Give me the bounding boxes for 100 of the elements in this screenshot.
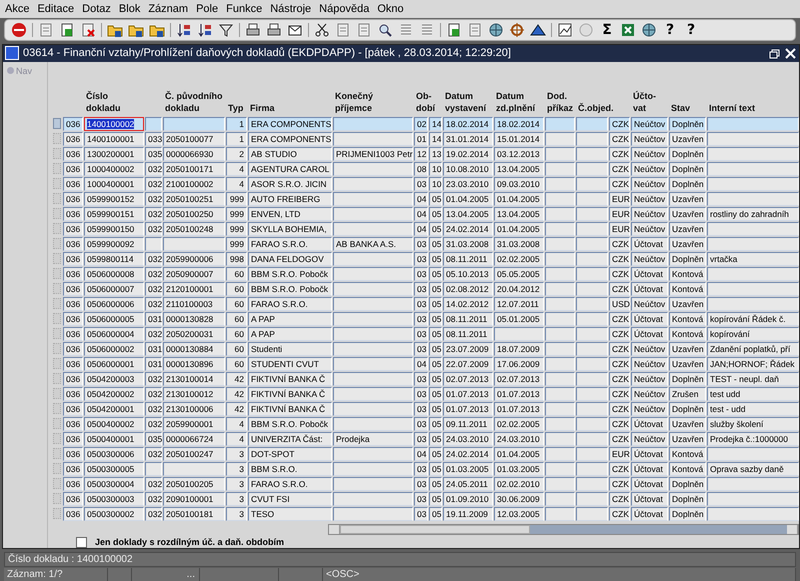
table-cell[interactable]: 0599900150 bbox=[84, 222, 144, 236]
table-cell[interactable]: 035 bbox=[145, 432, 162, 446]
table-cell[interactable]: Účtovat bbox=[631, 462, 668, 476]
horizontal-scrollbar[interactable] bbox=[328, 524, 799, 535]
table-cell[interactable]: 032 bbox=[145, 386, 162, 401]
table-cell[interactable]: 60 bbox=[226, 326, 247, 341]
table-cell[interactable]: 036 bbox=[63, 416, 83, 431]
table-cell[interactable] bbox=[576, 146, 608, 161]
table-cell[interactable]: 0506000007 bbox=[84, 282, 144, 296]
table-cell[interactable] bbox=[576, 176, 608, 191]
table-cell[interactable]: 05 bbox=[429, 266, 442, 281]
table-cell[interactable]: 04 bbox=[414, 222, 428, 236]
table-cell[interactable] bbox=[333, 326, 413, 341]
table-cell[interactable]: CZK bbox=[609, 236, 630, 251]
table-cell[interactable]: Neúčtov bbox=[631, 176, 668, 191]
table-cell[interactable]: 031 bbox=[145, 356, 162, 371]
table-cell[interactable] bbox=[163, 236, 225, 251]
table-cell[interactable]: Zrušen bbox=[669, 386, 706, 401]
table-cell[interactable]: Prodejka bbox=[333, 432, 413, 446]
table-cell[interactable]: 05 bbox=[429, 192, 442, 206]
table-cell[interactable]: 05 bbox=[429, 236, 442, 251]
table-cell[interactable]: Účtovat bbox=[631, 312, 668, 326]
table-cell[interactable]: Účtovat bbox=[631, 506, 668, 521]
table-cell[interactable] bbox=[707, 296, 799, 311]
table-cell[interactable]: 3 bbox=[226, 476, 247, 491]
table-cell[interactable]: 2050200031 bbox=[163, 326, 225, 341]
table-cell[interactable] bbox=[707, 162, 799, 176]
table-cell[interactable]: FARAO S.R.O. bbox=[248, 296, 332, 311]
table-cell[interactable]: 032 bbox=[145, 266, 162, 281]
scissors-icon[interactable] bbox=[314, 22, 330, 38]
table-cell[interactable]: 0500400001 bbox=[84, 432, 144, 446]
table-cell[interactable] bbox=[707, 492, 799, 506]
table-cell[interactable]: 01.07.2013 bbox=[443, 402, 493, 416]
table-cell[interactable]: 04 bbox=[414, 446, 428, 461]
table-cell[interactable] bbox=[545, 176, 575, 191]
table-cell[interactable]: 2 bbox=[226, 146, 247, 161]
table-cell[interactable]: test udd bbox=[707, 386, 799, 401]
table-cell[interactable]: 01.04.2005 bbox=[443, 192, 493, 206]
table-cell[interactable]: 036 bbox=[63, 342, 83, 356]
table-cell[interactable]: Uzavřen bbox=[669, 416, 706, 431]
restore-icon[interactable] bbox=[769, 48, 780, 59]
table-cell[interactable]: CZK bbox=[609, 146, 630, 161]
table-cell[interactable]: 0000066930 bbox=[163, 146, 225, 161]
record-indicator[interactable] bbox=[53, 118, 61, 129]
table-cell[interactable]: 60 bbox=[226, 282, 247, 296]
table-cell[interactable]: 2130100014 bbox=[163, 372, 225, 386]
printer-icon[interactable] bbox=[245, 22, 261, 38]
table-cell[interactable]: 0506000008 bbox=[84, 266, 144, 281]
table-cell[interactable]: 08.11.2011 bbox=[443, 326, 493, 341]
table-cell[interactable]: USD bbox=[609, 296, 630, 311]
globe-icon[interactable] bbox=[641, 22, 657, 38]
menu-item[interactable]: Dotaz bbox=[79, 2, 116, 15]
table-cell[interactable]: 3 bbox=[226, 492, 247, 506]
table-cell[interactable]: 03 bbox=[414, 432, 428, 446]
table-cell[interactable] bbox=[163, 462, 225, 476]
table-cell[interactable]: Doplněn bbox=[669, 492, 706, 506]
table-cell[interactable]: Kontová bbox=[669, 326, 706, 341]
table-cell[interactable]: 031 bbox=[145, 312, 162, 326]
sort-icon[interactable] bbox=[197, 22, 213, 38]
document-icon[interactable] bbox=[59, 22, 75, 38]
table-cell[interactable]: 18.02.2014 bbox=[494, 116, 544, 131]
table-cell[interactable]: 17.06.2009 bbox=[494, 356, 544, 371]
table-cell[interactable]: 04 bbox=[414, 356, 428, 371]
table-cell[interactable] bbox=[707, 266, 799, 281]
table-cell[interactable] bbox=[545, 146, 575, 161]
table-cell[interactable]: 036 bbox=[63, 252, 83, 266]
table-cell[interactable]: Doplněn bbox=[669, 372, 706, 386]
table-cell[interactable]: 05 bbox=[429, 282, 442, 296]
table-cell[interactable]: 14.02.2012 bbox=[443, 296, 493, 311]
table-cell[interactable] bbox=[333, 492, 413, 506]
table-cell[interactable]: 05 bbox=[429, 372, 442, 386]
table-cell[interactable] bbox=[545, 326, 575, 341]
table-cell[interactable]: 036 bbox=[63, 462, 83, 476]
table-cell[interactable] bbox=[545, 236, 575, 251]
table-cell[interactable]: 03 bbox=[414, 506, 428, 521]
table-cell[interactable] bbox=[707, 476, 799, 491]
table-cell[interactable]: 05 bbox=[429, 386, 442, 401]
table-cell[interactable]: FIKTIVNÍ BANKA Č bbox=[248, 372, 332, 386]
table-cell[interactable] bbox=[576, 252, 608, 266]
table-cell[interactable]: 05 bbox=[429, 312, 442, 326]
table-cell[interactable]: 036 bbox=[63, 326, 83, 341]
table-cell[interactable] bbox=[576, 206, 608, 221]
table-cell[interactable] bbox=[333, 252, 413, 266]
table-cell[interactable]: 2120100001 bbox=[163, 282, 225, 296]
table-cell[interactable] bbox=[576, 416, 608, 431]
table-cell[interactable]: FARAO S.R.O. bbox=[248, 236, 332, 251]
table-cell[interactable]: 036 bbox=[63, 492, 83, 506]
table-cell[interactable]: 01.03.2005 bbox=[443, 462, 493, 476]
table-cell[interactable]: 032 bbox=[145, 296, 162, 311]
table-cell[interactable]: 0500400002 bbox=[84, 416, 144, 431]
table-cell[interactable] bbox=[145, 236, 162, 251]
table-cell[interactable]: 036 bbox=[63, 402, 83, 416]
table-cell[interactable]: CZK bbox=[609, 492, 630, 506]
table-cell[interactable] bbox=[576, 116, 608, 131]
table-cell[interactable] bbox=[576, 192, 608, 206]
table-cell[interactable]: ENVEN, LTD bbox=[248, 206, 332, 221]
table-cell[interactable]: Uzavřen bbox=[669, 206, 706, 221]
table-cell[interactable]: 09.11.2011 bbox=[443, 416, 493, 431]
document-icon[interactable] bbox=[80, 22, 96, 38]
table-cell[interactable]: 032 bbox=[145, 506, 162, 521]
